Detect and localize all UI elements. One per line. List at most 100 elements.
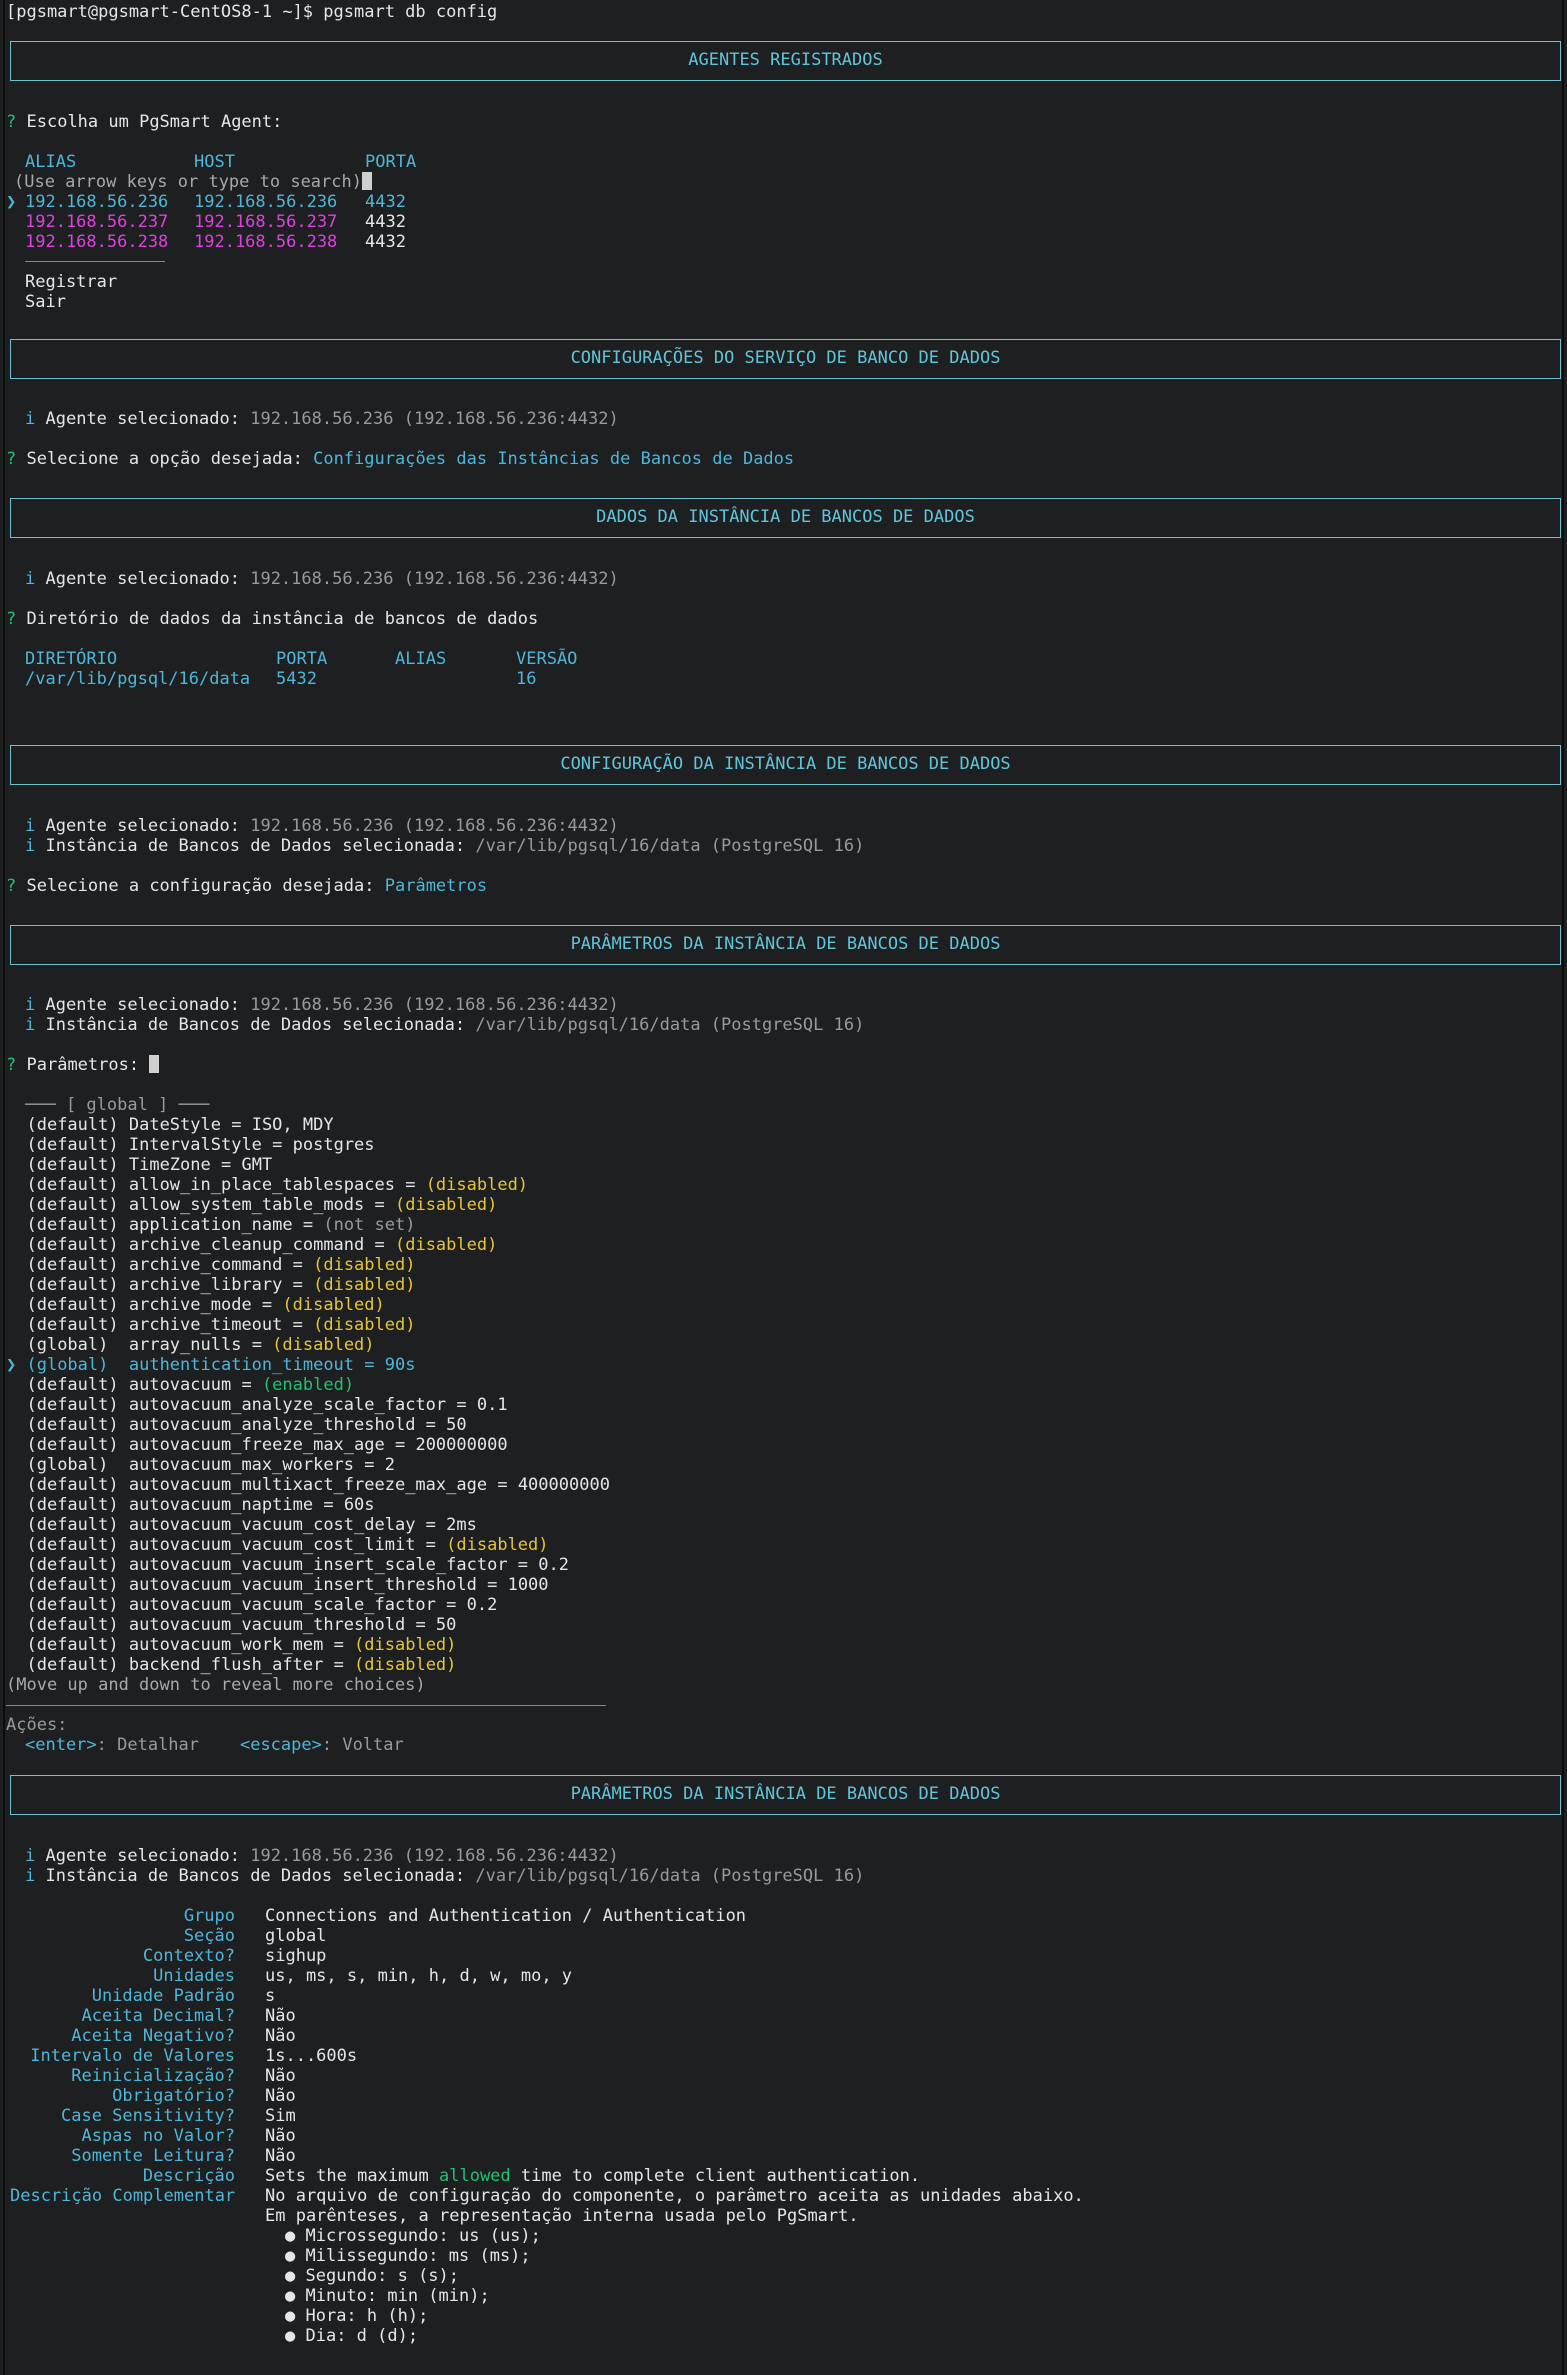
agent-row-selected[interactable]: ❯ <box>6 192 16 212</box>
param-value: (disabled) <box>272 1335 375 1355</box>
param-row[interactable]: (default) archive_mode = (disabled) <box>6 1295 384 1315</box>
bullet-icon: ● <box>285 2266 306 2286</box>
selection-pointer-icon: ❯ <box>6 192 17 212</box>
param-row[interactable]: (default) autovacuum_freeze_max_age = 20… <box>6 1435 507 1455</box>
param-value: (disabled) <box>394 1235 498 1255</box>
param-row[interactable]: (default) archive_cleanup_command = (dis… <box>6 1235 497 1255</box>
param-row[interactable]: (default) autovacuum_vacuum_insert_scale… <box>6 1555 569 1575</box>
param-row[interactable]: (default) autovacuum_multixact_freeze_ma… <box>6 1475 609 1495</box>
param-scope: (default) <box>26 1295 119 1315</box>
agent-alias[interactable]: 192.168.56.237 <box>25 212 168 232</box>
param-name: autovacuum_vacuum_insert_scale_factor <box>128 1555 508 1575</box>
param-row[interactable]: (default) IntervalStyle = postgres <box>6 1135 374 1155</box>
param-row[interactable]: (default) autovacuum_vacuum_threshold = … <box>6 1615 456 1635</box>
param-row[interactable]: (default) archive_timeout = (disabled) <box>6 1315 415 1335</box>
param-row[interactable]: (default) backend_flush_after = (disable… <box>6 1655 456 1675</box>
param-row[interactable]: (default) autovacuum_naptime = 60s <box>6 1495 374 1515</box>
instance-row-version[interactable]: 16 <box>516 669 536 689</box>
instance-row-dir[interactable]: /var/lib/pgsql/16/data <box>25 669 250 689</box>
menu-item-register[interactable]: Registrar <box>25 272 117 292</box>
agent-port[interactable]: 4432 <box>365 232 406 252</box>
unit-bullet-item: ● Hora: h (h); <box>285 2306 429 2326</box>
param-name: archive_mode <box>128 1295 252 1315</box>
info-icon: i <box>25 1866 36 1886</box>
param-row[interactable]: (default) autovacuum_analyze_scale_facto… <box>6 1395 507 1415</box>
param-scope: (default) <box>26 1535 119 1555</box>
question-mark-icon: ? <box>6 609 17 629</box>
detail-value: Sim <box>265 2106 296 2126</box>
detail-value: Não <box>265 2066 296 2086</box>
param-name: autovacuum <box>128 1375 232 1395</box>
param-scope: (default) <box>26 1375 119 1395</box>
param-row[interactable]: (default) autovacuum_analyze_threshold =… <box>6 1415 467 1435</box>
question-mark-icon: ? <box>6 112 17 132</box>
pointer-spacer <box>6 1435 26 1455</box>
param-name: autovacuum_work_mem <box>128 1635 324 1655</box>
enter-key-action[interactable]: <enter> <box>25 1735 97 1755</box>
instance-row-port[interactable]: 5432 <box>276 669 317 689</box>
agent-host[interactable]: 192.168.56.238 <box>194 232 337 252</box>
param-row[interactable]: (default) allow_in_place_tablespaces = (… <box>6 1175 528 1195</box>
bullet-icon: ● <box>285 2286 306 2306</box>
agent-header-alias: ALIAS <box>25 152 77 172</box>
param-scope: (default) <box>26 1315 119 1335</box>
agent-alias[interactable]: 192.168.56.236 <box>25 192 168 212</box>
param-value: (disabled) <box>354 1655 457 1675</box>
param-row[interactable]: (default) DateStyle = ISO, MDY <box>6 1115 333 1135</box>
param-name: autovacuum_analyze_scale_factor <box>128 1395 447 1415</box>
agent-host[interactable]: 192.168.56.236 <box>194 192 337 212</box>
param-name: archive_library <box>128 1275 283 1295</box>
pointer-spacer <box>6 1375 26 1395</box>
escape-key-action[interactable]: <escape> <box>240 1735 322 1755</box>
question-mark-icon: ? <box>6 449 17 469</box>
agent-host[interactable]: 192.168.56.237 <box>194 212 337 232</box>
detail-label: Aceita Decimal? <box>81 2006 235 2026</box>
pointer-spacer <box>6 1215 26 1235</box>
unit-bullet-item: ● Dia: d (d); <box>285 2326 419 2346</box>
selected-agent-info: i Agente selecionado: 192.168.56.236 (19… <box>25 409 619 429</box>
section-header-instance-config: CONFIGURAÇÃO DA INSTÂNCIA DE BANCOS DE D… <box>10 745 1561 785</box>
param-row[interactable]: (default) autovacuum_work_mem = (disable… <box>6 1635 456 1655</box>
search-hint[interactable]: (Use arrow keys or type to search) <box>14 172 372 192</box>
unit-bullet-item: ● Minuto: min (min); <box>285 2286 490 2306</box>
param-value: 50 <box>446 1415 467 1435</box>
menu-item-exit[interactable]: Sair <box>25 292 66 312</box>
text-cursor <box>362 172 372 190</box>
selected-instance-info: i Instância de Bancos de Dados seleciona… <box>25 836 865 856</box>
detail-label: Unidades <box>153 1966 235 1986</box>
pointer-spacer <box>6 1595 26 1615</box>
param-row[interactable]: (default) autovacuum_vacuum_insert_thres… <box>6 1575 548 1595</box>
pointer-spacer <box>6 1255 26 1275</box>
param-row[interactable]: (global) autovacuum_max_workers = 2 <box>6 1455 395 1475</box>
param-row[interactable]: ❯ (global) authentication_timeout = 90s <box>6 1355 415 1375</box>
param-row[interactable]: (default) archive_command = (disabled) <box>6 1255 415 1275</box>
param-row[interactable]: (default) allow_system_table_mods = (dis… <box>6 1195 497 1215</box>
agent-port[interactable]: 4432 <box>365 192 406 212</box>
selected-agent-info: i Agente selecionado: 192.168.56.236 (19… <box>25 995 619 1015</box>
detail-value: global <box>265 1926 327 1946</box>
pointer-spacer <box>6 1295 26 1315</box>
param-name: TimeZone <box>128 1155 211 1175</box>
detail-value: Não <box>265 2006 296 2026</box>
agent-alias[interactable]: 192.168.56.238 <box>25 232 168 252</box>
param-row[interactable]: (default) autovacuum = (enabled) <box>6 1375 354 1395</box>
param-row[interactable]: (global) array_nulls = (disabled) <box>6 1335 375 1355</box>
param-row[interactable]: (default) autovacuum_vacuum_cost_delay =… <box>6 1515 476 1535</box>
agent-port[interactable]: 4432 <box>365 212 406 232</box>
params-question[interactable]: ? Parâmetros: <box>6 1055 160 1075</box>
param-row[interactable]: (default) application_name = (not set) <box>6 1215 415 1235</box>
param-row[interactable]: (default) TimeZone = GMT <box>6 1155 272 1175</box>
param-row[interactable]: (default) autovacuum_vacuum_cost_limit =… <box>6 1535 548 1555</box>
param-row[interactable]: (default) archive_library = (disabled) <box>6 1275 415 1295</box>
param-scope: (default) <box>26 1255 119 1275</box>
param-name: archive_command <box>128 1255 283 1275</box>
agent-header-host: HOST <box>194 152 235 172</box>
pointer-spacer <box>6 1575 26 1595</box>
actions-label: Ações: <box>6 1715 68 1735</box>
param-scope: (global) <box>26 1355 119 1375</box>
param-name: autovacuum_vacuum_insert_threshold <box>128 1575 477 1595</box>
selected-agent-info: i Agente selecionado: 192.168.56.236 (19… <box>25 1846 619 1866</box>
bullet-icon: ● <box>285 2306 306 2326</box>
param-name: autovacuum_max_workers <box>128 1455 355 1475</box>
param-row[interactable]: (default) autovacuum_vacuum_scale_factor… <box>6 1595 497 1615</box>
